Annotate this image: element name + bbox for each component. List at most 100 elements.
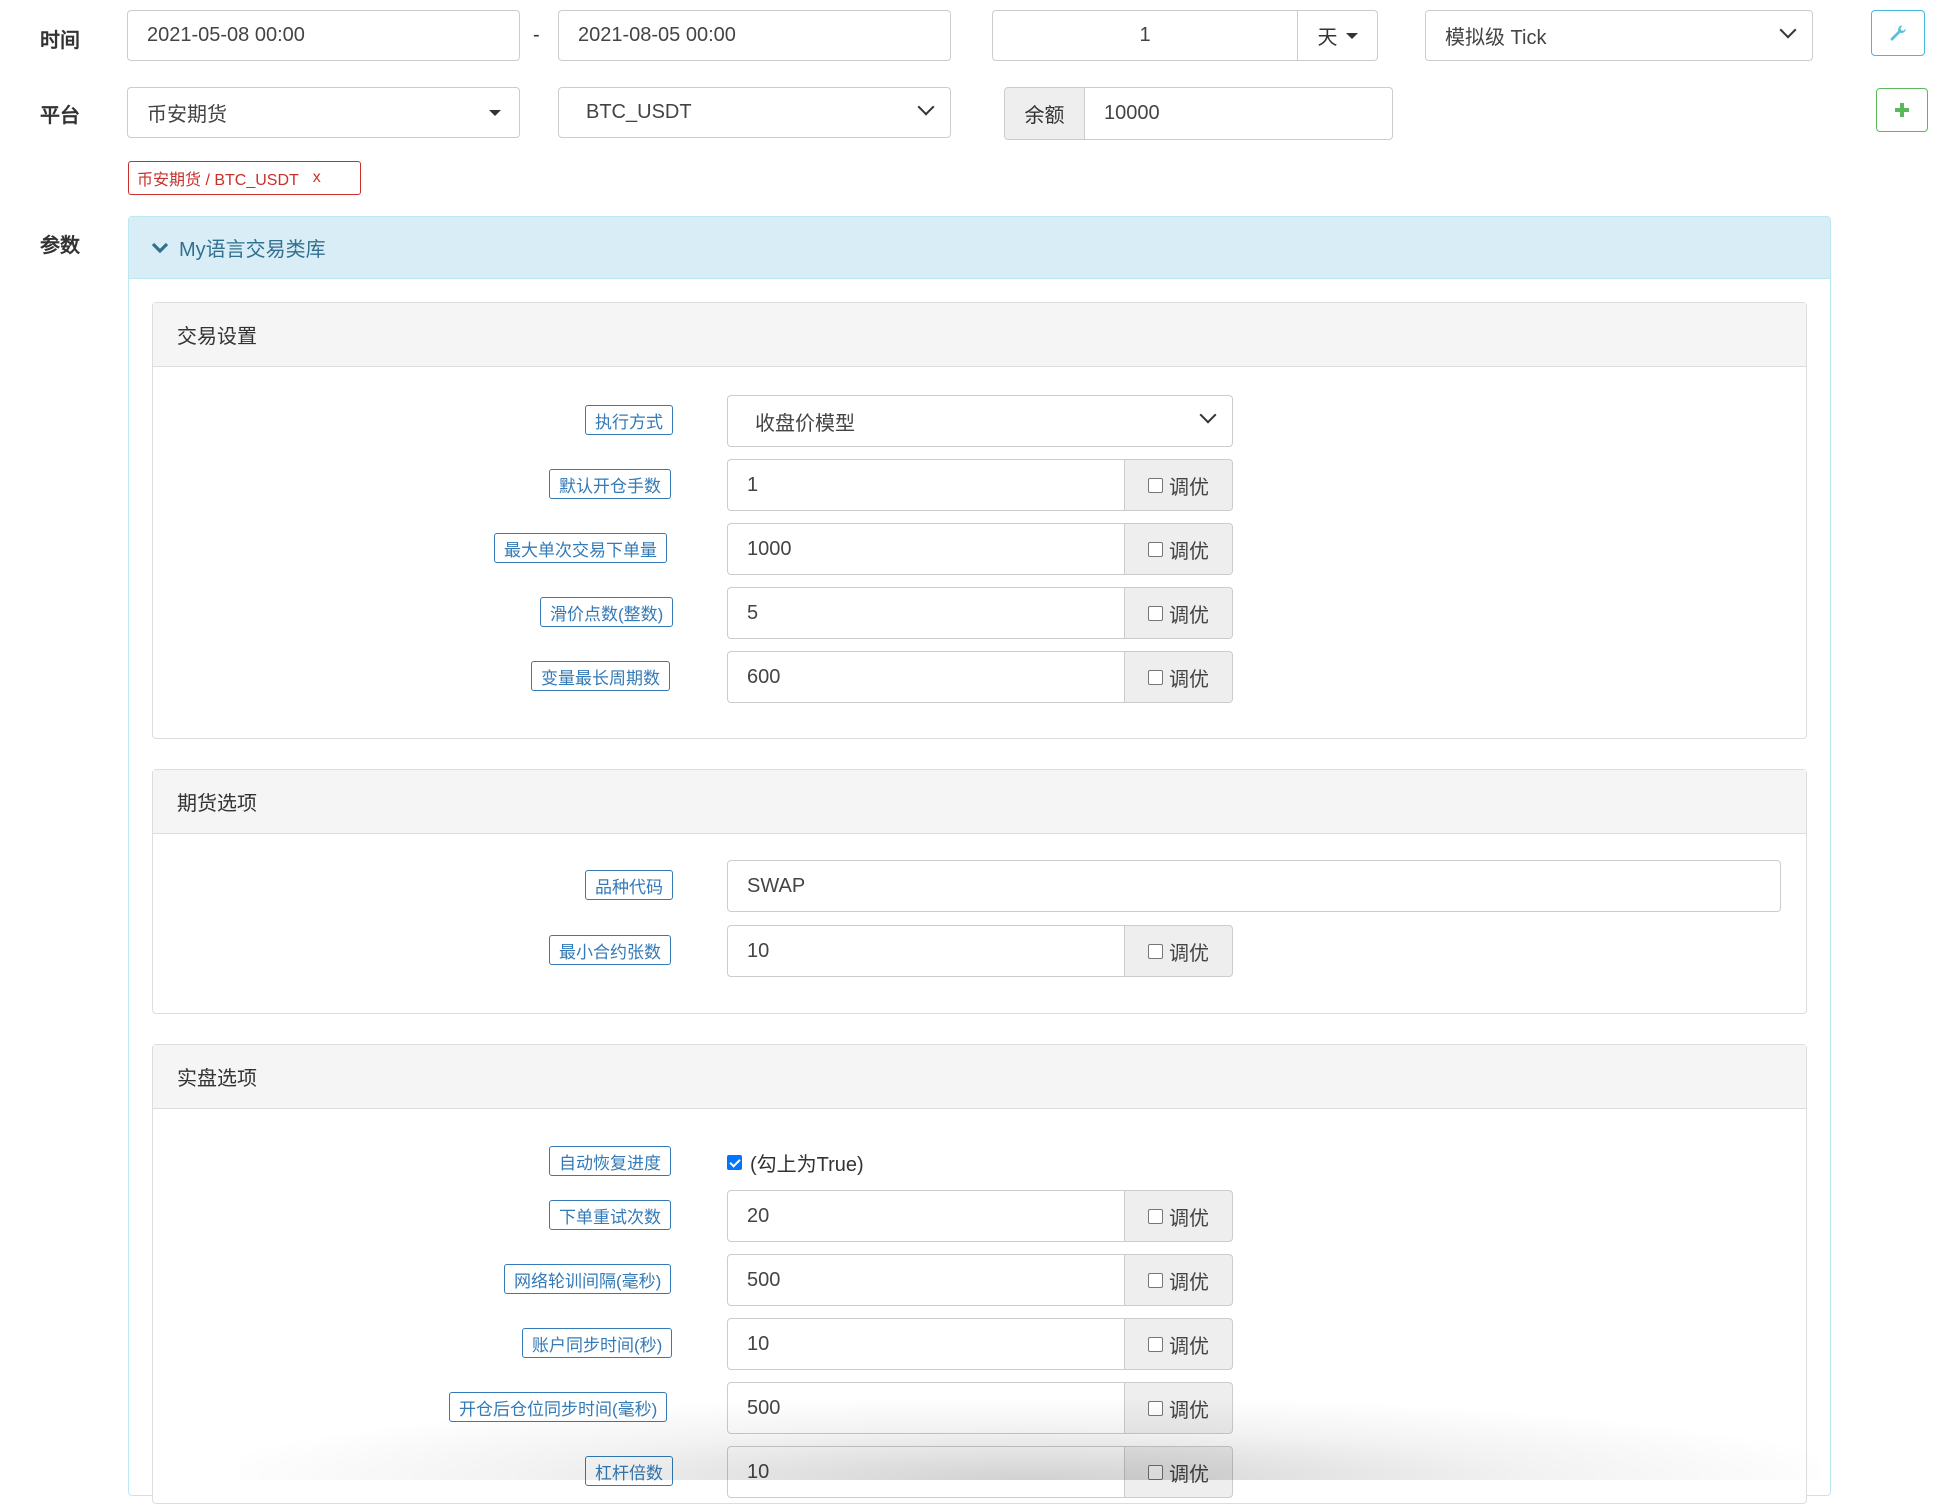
param-input[interactable]: 1000	[727, 523, 1125, 575]
param-label: 账户同步时间(秒)	[522, 1328, 673, 1358]
tune-checkbox[interactable]	[1148, 1208, 1163, 1224]
start-time-input[interactable]: 2021-05-08 00:00	[127, 10, 520, 61]
param-row: 10 调优	[727, 925, 1233, 977]
wrench-icon	[1890, 25, 1906, 41]
balance-input[interactable]: 10000	[1085, 87, 1393, 140]
tune-toggle[interactable]: 调优	[1125, 587, 1233, 639]
end-time-input[interactable]: 2021-08-05 00:00	[558, 10, 951, 61]
param-label: 变量最长周期数	[531, 661, 670, 691]
param-label: 默认开仓手数	[549, 469, 671, 499]
caret-down-icon	[489, 110, 501, 116]
tune-toggle[interactable]: 调优	[1125, 1318, 1233, 1370]
balance-label: 余额	[1004, 87, 1085, 140]
auto-resume-field: (勾上为True)	[727, 1148, 864, 1177]
live-options-title: 实盘选项	[177, 1068, 257, 1090]
param-row: 500 调优	[727, 1254, 1233, 1306]
param-input[interactable]: 5	[727, 587, 1125, 639]
chevron-down-icon	[151, 242, 169, 253]
platform-label: 平台	[40, 105, 80, 127]
tick-mode-select[interactable]: 模拟级 Tick	[1425, 10, 1813, 61]
futures-options-title: 期货选项	[177, 793, 257, 815]
tune-checkbox[interactable]	[1148, 1464, 1163, 1480]
library-panel-header[interactable]: My语言交易类库	[129, 217, 1830, 279]
tune-toggle[interactable]: 调优	[1125, 1254, 1233, 1306]
chevron-down-icon	[1779, 21, 1797, 39]
trade-settings-title: 交易设置	[177, 326, 257, 348]
auto-resume-hint: (勾上为True)	[750, 1154, 864, 1176]
exec-mode-label: 执行方式	[585, 405, 673, 435]
platform-tag: 币安期货 / BTC_USDT x	[128, 161, 361, 195]
param-input[interactable]: 1	[727, 459, 1125, 511]
tune-label: 调优	[1169, 668, 1209, 691]
plus-icon	[1895, 103, 1909, 117]
param-label: 最小合约张数	[549, 935, 671, 965]
param-row: 10 调优	[727, 1318, 1233, 1370]
tune-checkbox[interactable]	[1148, 1272, 1163, 1288]
tune-toggle[interactable]: 调优	[1125, 651, 1233, 703]
tune-checkbox[interactable]	[1148, 605, 1163, 621]
tune-label: 调优	[1169, 1271, 1209, 1294]
param-input[interactable]: 10	[727, 1318, 1125, 1370]
param-label: 最大单次交易下单量	[494, 533, 667, 563]
param-label: 开仓后仓位同步时间(毫秒)	[449, 1392, 668, 1422]
param-input[interactable]: 500	[727, 1254, 1125, 1306]
chevron-down-icon	[917, 98, 935, 116]
param-row: 20 调优	[727, 1190, 1233, 1242]
tune-label: 调优	[1169, 540, 1209, 563]
symbol-code-label: 品种代码	[585, 870, 673, 900]
auto-resume-label: 自动恢复进度	[549, 1146, 671, 1176]
tune-label: 调优	[1169, 604, 1209, 627]
period-unit-dropdown[interactable]: 天	[1298, 10, 1378, 61]
exchange-value: 币安期货	[147, 104, 227, 126]
tune-toggle[interactable]: 调优	[1125, 1382, 1233, 1434]
exec-mode-select[interactable]: 收盘价模型	[727, 395, 1233, 447]
tune-label: 调优	[1169, 1463, 1209, 1486]
param-label: 杠杆倍数	[585, 1456, 673, 1486]
param-label: 下单重试次数	[549, 1200, 671, 1230]
live-options-header: 实盘选项	[153, 1045, 1806, 1109]
period-input[interactable]: 1	[992, 10, 1298, 61]
tune-toggle[interactable]: 调优	[1125, 1190, 1233, 1242]
param-input[interactable]: 500	[727, 1382, 1125, 1434]
tune-toggle[interactable]: 调优	[1125, 925, 1233, 977]
trade-settings-header: 交易设置	[153, 303, 1806, 367]
param-row: 500 调优	[727, 1382, 1233, 1434]
tune-checkbox[interactable]	[1148, 541, 1163, 557]
time-label: 时间	[40, 30, 80, 52]
tick-mode-value: 模拟级 Tick	[1445, 27, 1547, 49]
param-input[interactable]: 10	[727, 1446, 1125, 1498]
time-range-dash: -	[533, 24, 540, 46]
pair-select[interactable]: BTC_USDT	[558, 87, 951, 138]
caret-down-icon	[1345, 32, 1358, 39]
exchange-dropdown[interactable]: 币安期货	[127, 87, 520, 138]
param-input[interactable]: 20	[727, 1190, 1125, 1242]
futures-options-header: 期货选项	[153, 770, 1806, 834]
tune-label: 调优	[1169, 476, 1209, 499]
tune-label: 调优	[1169, 942, 1209, 965]
period-unit-label: 天	[1317, 27, 1338, 49]
tune-toggle[interactable]: 调优	[1125, 523, 1233, 575]
symbol-code-input[interactable]: SWAP	[727, 860, 1781, 912]
param-label: 滑价点数(整数)	[540, 597, 674, 627]
tune-checkbox[interactable]	[1148, 1400, 1163, 1416]
period-group: 1 天	[992, 10, 1378, 61]
add-platform-button[interactable]	[1876, 88, 1928, 132]
settings-button[interactable]	[1871, 10, 1925, 56]
tune-checkbox[interactable]	[1148, 1336, 1163, 1352]
tune-checkbox[interactable]	[1148, 477, 1163, 493]
tune-label: 调优	[1169, 1335, 1209, 1358]
tune-label: 调优	[1169, 1399, 1209, 1422]
tag-remove-button[interactable]: x	[313, 169, 321, 187]
auto-resume-checkbox[interactable]	[727, 1155, 742, 1170]
tune-toggle[interactable]: 调优	[1125, 1446, 1233, 1498]
param-input[interactable]: 10	[727, 925, 1125, 977]
tune-checkbox[interactable]	[1148, 669, 1163, 685]
balance-group: 余额 10000	[1004, 87, 1393, 140]
param-input[interactable]: 600	[727, 651, 1125, 703]
tune-toggle[interactable]: 调优	[1125, 459, 1233, 511]
platform-tag-label: 币安期货 / BTC_USDT	[137, 172, 299, 189]
param-row: 600 调优	[727, 651, 1233, 703]
tune-checkbox[interactable]	[1148, 943, 1163, 959]
library-title: My语言交易类库	[179, 239, 326, 261]
exec-mode-value: 收盘价模型	[755, 412, 855, 435]
